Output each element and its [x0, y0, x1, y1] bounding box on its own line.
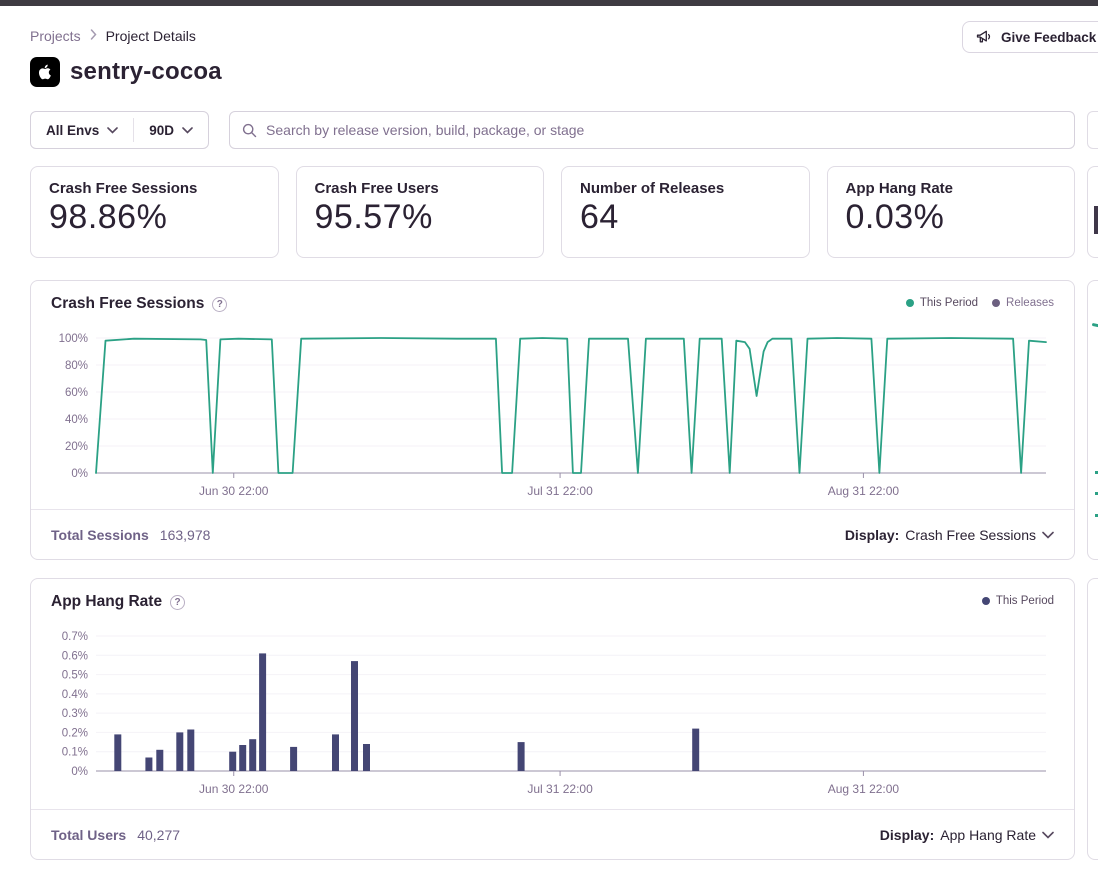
cutoff-search-fragment	[1087, 111, 1098, 149]
legend-dot	[906, 299, 914, 307]
stat-card-crash-free-sessions: Crash Free Sessions 98.86%	[30, 166, 279, 258]
chevron-down-icon	[1042, 831, 1054, 839]
svg-text:Jun 30 22:00: Jun 30 22:00	[199, 782, 269, 796]
total-sessions-label: Total Sessions	[51, 527, 149, 543]
search-input[interactable]	[266, 122, 1062, 138]
total-sessions-value: 163,978	[160, 527, 211, 543]
breadcrumb: Projects Project Details	[30, 28, 196, 44]
svg-text:Jul 31 22:00: Jul 31 22:00	[527, 782, 593, 796]
help-icon[interactable]: ?	[170, 595, 185, 610]
stat-label: App Hang Rate	[846, 180, 1057, 197]
display-value: Crash Free Sessions	[905, 527, 1036, 543]
environment-filter-label: All Envs	[46, 123, 99, 138]
chart-header: Crash Free Sessions ? This Period Releas…	[31, 281, 1074, 323]
legend-item-this-period[interactable]: This Period	[906, 297, 978, 309]
svg-text:Jul 31 22:00: Jul 31 22:00	[527, 484, 593, 498]
breadcrumb-current: Project Details	[106, 28, 196, 44]
svg-text:0.6%: 0.6%	[62, 650, 88, 662]
env-period-filter-group: All Envs 90D	[30, 111, 209, 149]
crash-free-sessions-line-chart[interactable]: 0% 20% 40% 60% 80% 100% Jun 30 22:00 Jul 31 22:…	[31, 323, 1074, 501]
search-icon	[242, 123, 257, 138]
chevron-down-icon	[1042, 531, 1054, 539]
apple-icon	[30, 57, 60, 87]
svg-text:0.1%: 0.1%	[62, 747, 88, 759]
svg-text:100%: 100%	[59, 333, 88, 345]
svg-text:20%: 20%	[65, 441, 88, 453]
stat-card-app-hang-rate: App Hang Rate 0.03%	[827, 166, 1076, 258]
legend-item-releases[interactable]: Releases	[992, 297, 1054, 309]
give-feedback-button[interactable]: Give Feedback	[962, 21, 1098, 53]
stat-value: 0.03%	[846, 198, 1057, 237]
svg-text:0.7%: 0.7%	[62, 631, 88, 643]
chart-legend: This Period	[982, 595, 1054, 607]
chevron-right-icon	[90, 29, 97, 43]
legend-label: This Period	[920, 297, 978, 309]
chevron-down-icon	[182, 127, 193, 134]
svg-text:60%: 60%	[65, 387, 88, 399]
project-header: sentry-cocoa	[30, 57, 222, 87]
svg-text:0%: 0%	[71, 766, 88, 778]
svg-text:Aug 31 22:00: Aug 31 22:00	[828, 484, 900, 498]
legend-item-this-period[interactable]: This Period	[982, 595, 1054, 607]
chart-title: Crash Free Sessions	[51, 295, 204, 313]
chart-footer: Total Users 40,277 Display: App Hang Rat…	[31, 809, 1074, 859]
chevron-down-icon	[107, 127, 118, 134]
stat-value: 64	[580, 198, 791, 237]
app-hang-rate-bar-chart[interactable]: 0% 0.1% 0.2% 0.3% 0.4% 0.5% 0.6% 0.7% Jun 30 22:…	[31, 621, 1074, 799]
chart-footer: Total Sessions 163,978 Display: Crash Fr…	[31, 509, 1074, 559]
page-title: sentry-cocoa	[70, 58, 222, 86]
svg-text:40%: 40%	[65, 414, 88, 426]
date-range-filter-button[interactable]: 90D	[134, 112, 208, 148]
legend-label: Releases	[1006, 297, 1054, 309]
browser-top-bar	[0, 0, 1098, 6]
chart-header: App Hang Rate ? This Period	[31, 579, 1074, 621]
legend-label: This Period	[996, 595, 1054, 607]
svg-text:80%: 80%	[65, 360, 88, 372]
stat-label: Crash Free Users	[315, 180, 526, 197]
display-dropdown[interactable]: Display: App Hang Rate	[880, 827, 1054, 843]
cutoff-line-fragment	[1092, 323, 1098, 328]
cutoff-digit-fragment	[1094, 206, 1098, 234]
stats-row: Crash Free Sessions 98.86% Crash Free Us…	[30, 166, 1075, 258]
chart-title: App Hang Rate	[51, 593, 162, 611]
total-users-label: Total Users	[51, 827, 126, 843]
app-hang-rate-chart-card: App Hang Rate ? This Period 0% 0.1% 0.2% 0.…	[30, 578, 1075, 860]
stat-card-number-of-releases: Number of Releases 64	[561, 166, 810, 258]
stat-card-crash-free-users: Crash Free Users 95.57%	[296, 166, 545, 258]
svg-text:Aug 31 22:00: Aug 31 22:00	[828, 782, 900, 796]
display-dropdown[interactable]: Display: Crash Free Sessions	[845, 527, 1054, 543]
total-users-value: 40,277	[137, 827, 180, 843]
svg-text:0.4%: 0.4%	[62, 689, 88, 701]
filter-bar: All Envs 90D	[30, 111, 1075, 149]
stat-label: Number of Releases	[580, 180, 791, 197]
cutoff-chart-card-fragment	[1087, 578, 1098, 860]
stat-label: Crash Free Sessions	[49, 180, 260, 197]
stat-value: 98.86%	[49, 198, 260, 237]
breadcrumb-projects-link[interactable]: Projects	[30, 28, 81, 44]
environment-filter-button[interactable]: All Envs	[31, 112, 133, 148]
legend-dot	[982, 597, 990, 605]
svg-text:0.5%: 0.5%	[62, 670, 88, 682]
svg-text:0.3%: 0.3%	[62, 708, 88, 720]
legend-dot	[992, 299, 1000, 307]
display-label: Display:	[880, 827, 934, 843]
date-range-label: 90D	[149, 123, 174, 138]
cutoff-chart-card-fragment	[1087, 280, 1098, 560]
svg-text:0%: 0%	[71, 468, 88, 480]
chart-legend: This Period Releases	[906, 297, 1054, 309]
display-value: App Hang Rate	[940, 827, 1036, 843]
cutoff-stat-card-fragment	[1087, 166, 1098, 258]
give-feedback-label: Give Feedback	[1001, 30, 1096, 45]
release-search-box	[229, 111, 1075, 149]
stat-value: 95.57%	[315, 198, 526, 237]
megaphone-icon	[976, 30, 993, 45]
crash-free-sessions-chart-card: Crash Free Sessions ? This Period Releas…	[30, 280, 1075, 560]
help-icon[interactable]: ?	[212, 297, 227, 312]
svg-text:Jun 30 22:00: Jun 30 22:00	[199, 484, 269, 498]
svg-text:0.2%: 0.2%	[62, 727, 88, 739]
display-label: Display:	[845, 527, 899, 543]
